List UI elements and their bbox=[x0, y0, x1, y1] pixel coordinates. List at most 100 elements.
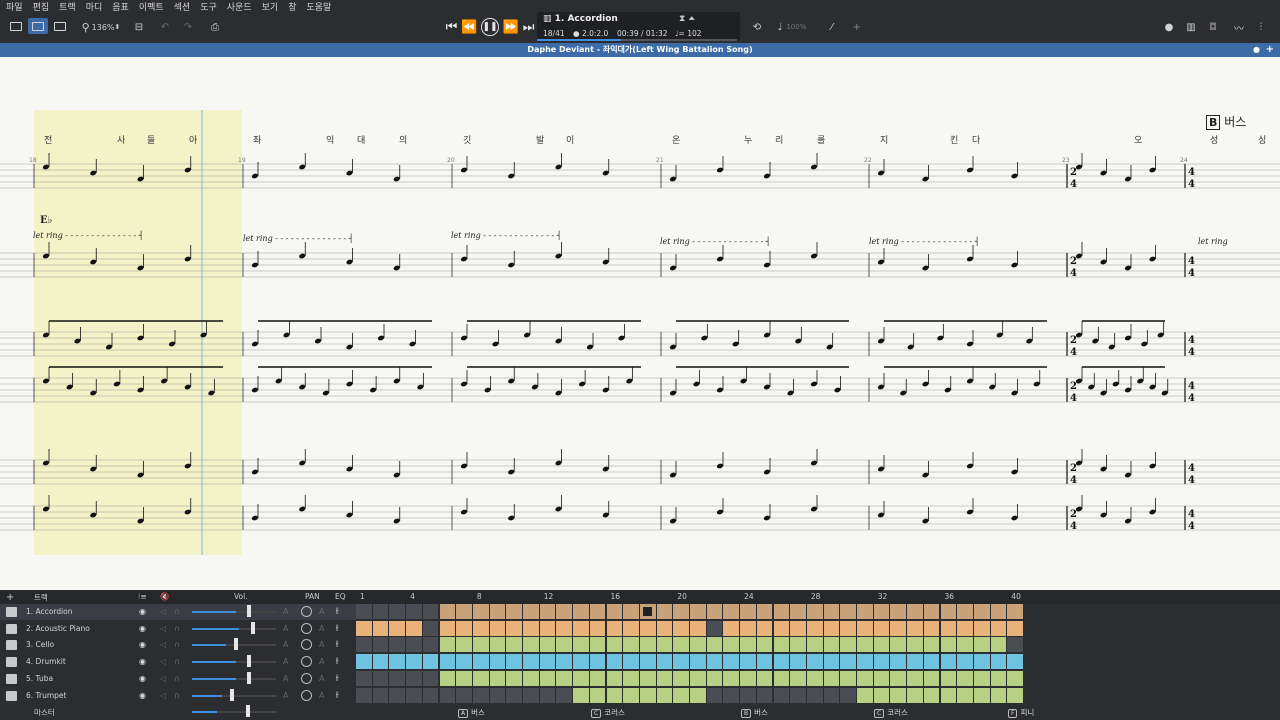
bar-cell[interactable] bbox=[1007, 654, 1023, 670]
bar-cell[interactable] bbox=[523, 670, 539, 686]
bar-cell[interactable] bbox=[589, 687, 606, 703]
bar-cell[interactable] bbox=[940, 637, 957, 653]
bar-cell[interactable] bbox=[356, 654, 372, 670]
track-list-icon[interactable]: ⁝≡ bbox=[138, 592, 147, 601]
bar-cell[interactable] bbox=[773, 670, 790, 686]
skip-end-icon[interactable]: ⏭ bbox=[523, 20, 535, 35]
bar-cell[interactable] bbox=[740, 604, 756, 619]
bar-cell[interactable] bbox=[890, 637, 907, 653]
bar-cell[interactable] bbox=[773, 637, 790, 653]
bar-cell[interactable] bbox=[773, 654, 790, 670]
menu-item-6[interactable]: 섹션 bbox=[174, 0, 191, 13]
zoom-control[interactable]: ⚲ 136% ⬍ bbox=[78, 18, 124, 36]
track-row[interactable]: 4. Drumkit ◉ ◁ ∩ A A ⫲ bbox=[0, 654, 356, 670]
bar-cell[interactable] bbox=[573, 670, 589, 686]
bar-cell[interactable] bbox=[973, 687, 990, 703]
bar-cell[interactable] bbox=[556, 654, 573, 670]
fretboard-button[interactable]: ▥ bbox=[1182, 18, 1200, 36]
score-view[interactable]: 244424442444244424442444 B 버스 E♭ 전사들아좌익대… bbox=[0, 57, 1280, 590]
bar-cell[interactable] bbox=[940, 604, 957, 619]
bar-cell[interactable] bbox=[523, 637, 539, 653]
bar-cell[interactable] bbox=[690, 604, 706, 619]
bar-cell[interactable] bbox=[690, 620, 706, 636]
print-button[interactable]: ⎙ bbox=[205, 18, 225, 36]
bar-cell[interactable] bbox=[840, 620, 856, 636]
bar-cell[interactable] bbox=[1007, 620, 1023, 636]
bar-cell[interactable] bbox=[539, 620, 556, 636]
pan-knob[interactable] bbox=[301, 672, 312, 684]
bar-cell[interactable] bbox=[489, 687, 506, 703]
bar-cell[interactable] bbox=[389, 620, 406, 636]
forward-icon[interactable]: ⏩ bbox=[503, 20, 519, 35]
bar-cell[interactable] bbox=[539, 687, 556, 703]
bar-cell[interactable] bbox=[389, 637, 406, 653]
bar-cell[interactable] bbox=[840, 654, 856, 670]
track-row[interactable]: 3. Cello ◉ ◁ ∩ A A ⫲ bbox=[0, 637, 356, 653]
bar-cell[interactable] bbox=[773, 620, 790, 636]
bar-cell[interactable] bbox=[439, 670, 456, 686]
layout-horizontal-button[interactable] bbox=[28, 18, 48, 34]
bar-cell[interactable] bbox=[589, 670, 606, 686]
bar-cell[interactable] bbox=[523, 687, 539, 703]
bar-cell[interactable] bbox=[740, 687, 756, 703]
bar-cell[interactable] bbox=[756, 687, 773, 703]
bar-cell[interactable] bbox=[623, 637, 639, 653]
volume-knob[interactable] bbox=[234, 638, 238, 651]
bar-cell[interactable] bbox=[472, 670, 489, 686]
drum-view-button[interactable]: ◘ bbox=[1204, 18, 1222, 36]
bar-cell[interactable] bbox=[523, 620, 539, 636]
bar-cell[interactable] bbox=[890, 687, 907, 703]
bar-cell[interactable] bbox=[706, 654, 723, 670]
menu-item-3[interactable]: 마디 bbox=[86, 0, 103, 13]
bar-cell[interactable] bbox=[790, 620, 806, 636]
section-marker-item[interactable]: C 코러스 bbox=[874, 707, 908, 718]
eye-icon[interactable]: ◉ bbox=[139, 674, 146, 683]
speed-control[interactable]: ♩ 100% bbox=[770, 18, 814, 36]
mute-icon[interactable]: ◁ bbox=[160, 691, 166, 700]
bar-cell[interactable] bbox=[556, 670, 573, 686]
bar-cell[interactable] bbox=[389, 604, 406, 619]
bar-cell[interactable] bbox=[539, 604, 556, 619]
redo-button[interactable]: ↷ bbox=[178, 18, 198, 36]
menu-item-9[interactable]: 보기 bbox=[262, 0, 279, 13]
bar-cell[interactable] bbox=[673, 670, 689, 686]
bar-cell[interactable] bbox=[706, 637, 723, 653]
bar-cell[interactable] bbox=[639, 670, 656, 686]
bar-cell[interactable] bbox=[456, 620, 472, 636]
bar-cell[interactable] bbox=[673, 620, 689, 636]
menu-item-0[interactable]: 파일 bbox=[6, 0, 23, 13]
bar-cell[interactable] bbox=[573, 687, 589, 703]
bar-cell[interactable] bbox=[806, 620, 823, 636]
master-volume-slider[interactable] bbox=[192, 711, 276, 713]
bar-cell[interactable] bbox=[389, 670, 406, 686]
bar-cell[interactable] bbox=[556, 604, 573, 619]
bar-cell[interactable] bbox=[506, 620, 522, 636]
eye-icon[interactable]: ◉ bbox=[139, 640, 146, 649]
bar-cell[interactable] bbox=[706, 687, 723, 703]
bar-cell[interactable] bbox=[506, 687, 522, 703]
bar-cell[interactable] bbox=[806, 670, 823, 686]
metronome-icon[interactable]: ⧗ ⏶ bbox=[679, 14, 695, 24]
bar-cell[interactable] bbox=[756, 604, 773, 619]
bar-cell[interactable] bbox=[523, 654, 539, 670]
section-marker-item[interactable]: B 버스 bbox=[741, 707, 768, 718]
bar-cell[interactable] bbox=[990, 670, 1007, 686]
bar-cell[interactable] bbox=[589, 620, 606, 636]
bar-cell[interactable] bbox=[439, 687, 456, 703]
bar-cell[interactable] bbox=[489, 604, 506, 619]
menu-item-8[interactable]: 사운드 bbox=[227, 0, 252, 13]
eq-icon[interactable]: ⫲ bbox=[336, 606, 339, 616]
bar-cell[interactable] bbox=[806, 687, 823, 703]
audio-button[interactable]: 〰 bbox=[1230, 18, 1248, 36]
bar-cell[interactable] bbox=[907, 654, 923, 670]
menu-item-1[interactable]: 편집 bbox=[33, 0, 50, 13]
menu-item-11[interactable]: 도움말 bbox=[306, 0, 331, 13]
bar-cell[interactable] bbox=[706, 604, 723, 619]
bar-cell[interactable] bbox=[873, 654, 890, 670]
bar-cell[interactable] bbox=[573, 604, 589, 619]
rewind-icon[interactable]: ⏪ bbox=[461, 20, 477, 35]
pan-knob[interactable] bbox=[301, 606, 312, 617]
bar-cell[interactable] bbox=[1007, 637, 1023, 653]
pan-knob[interactable] bbox=[301, 689, 312, 701]
mute-icon[interactable]: ◁ bbox=[160, 674, 166, 683]
